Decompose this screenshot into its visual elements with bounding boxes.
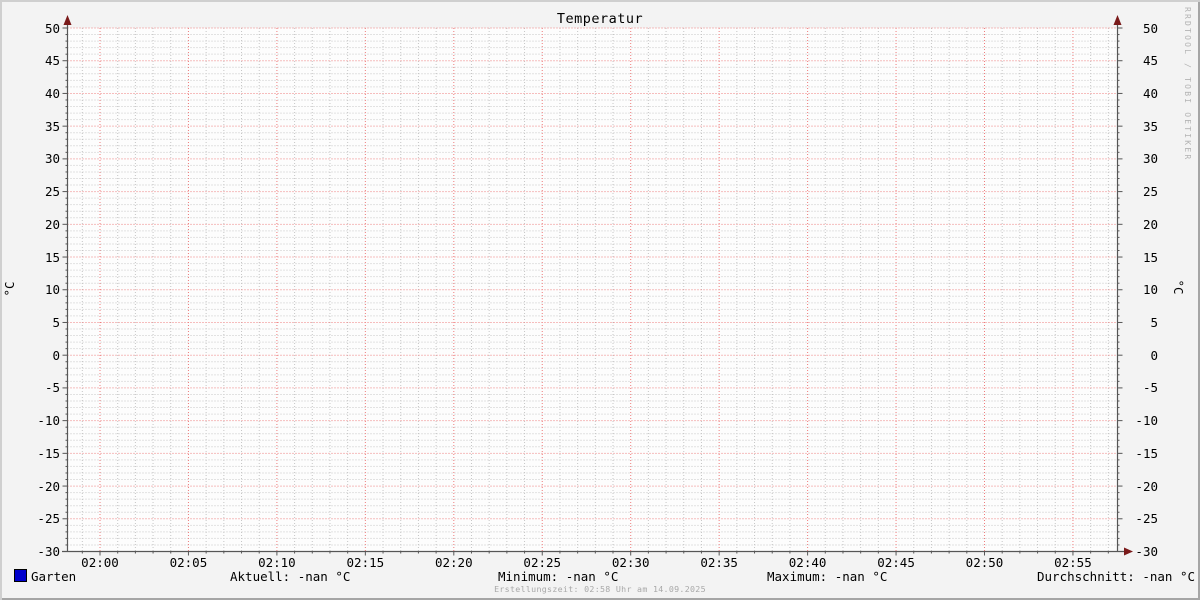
rrdtool-temperature-graph: Temperatur RRDTOOL / TOBI OETIKER °C °C … [0, 0, 1200, 600]
y-tick-label-left: 40 [44, 85, 60, 101]
stat-minimum: Minimum: -nan °C [498, 569, 619, 584]
x-tick-label: 02:45 [877, 555, 915, 570]
y-tick-label-right: 30 [1142, 151, 1158, 167]
y-tick-label-left: 25 [44, 184, 60, 200]
legend-series-label: Garten [31, 569, 77, 584]
x-tick-label: 02:15 [346, 555, 385, 570]
y-axis-right-arrow [1113, 15, 1122, 25]
y-axis-left-arrow [63, 15, 72, 25]
y-tick-label-right: 50 [1142, 20, 1158, 36]
y-tick-label-left: 5 [52, 314, 60, 330]
y-tick-label-right: 0 [1150, 347, 1158, 363]
y-tick-label-right: 25 [1142, 184, 1158, 200]
x-tick-label: 02:35 [700, 555, 738, 570]
x-tick-label: 02:05 [169, 555, 208, 570]
y-tick-label-right: -5 [1142, 380, 1158, 396]
y-tick-label-left: -20 [37, 478, 60, 494]
y-tick-label-right: 15 [1142, 249, 1158, 265]
y-tick-label-left: 30 [44, 151, 60, 167]
y-tick-label-right: -20 [1135, 478, 1158, 494]
y-tick-label-right: 5 [1150, 314, 1158, 330]
x-tick-label: 02:30 [611, 555, 650, 570]
y-tick-label-right: 20 [1142, 216, 1158, 232]
y-tick-label-right: -15 [1135, 445, 1158, 461]
y-tick-label-right: -30 [1135, 544, 1158, 559]
y-tick-label-right: 35 [1142, 118, 1158, 134]
y-tick-label-left: 45 [44, 53, 60, 69]
y-tick-label-left: 20 [44, 216, 60, 232]
stat-maximum: Maximum: -nan °C [767, 569, 888, 584]
x-tick-label: 02:20 [434, 555, 473, 570]
x-tick-label: 02:10 [258, 555, 296, 570]
x-tick-label: 02:55 [1054, 555, 1092, 570]
y-tick-label-right: 10 [1142, 282, 1158, 298]
y-tick-label-right: -25 [1135, 511, 1158, 527]
y-tick-label-left: 15 [44, 249, 60, 265]
y-tick-label-left: 50 [44, 20, 60, 36]
x-tick-label: 02:50 [965, 555, 1004, 570]
y-tick-label-right: 40 [1142, 85, 1158, 101]
stat-aktuell: Aktuell: -nan °C [230, 569, 351, 584]
y-tick-label-left: -30 [37, 544, 60, 559]
y-tick-label-left: -15 [37, 445, 60, 461]
y-tick-label-left: 35 [44, 118, 60, 134]
x-tick-label: 02:00 [81, 555, 119, 570]
y-tick-label-right: -10 [1135, 413, 1158, 429]
creation-time: Erstellungszeit: 02:58 Uhr am 14.09.2025 [494, 584, 706, 594]
y-tick-label-left: -10 [37, 413, 60, 429]
y-tick-label-left: 10 [44, 282, 60, 298]
y-tick-label-left: -5 [44, 380, 60, 396]
x-tick-label: 02:25 [523, 555, 562, 570]
legend-row: Garten Aktuell: -nan °C Minimum: -nan °C… [0, 569, 1200, 584]
stat-durchschnitt: Durchschnitt: -nan °C [1037, 569, 1196, 584]
legend-color-swatch [14, 569, 27, 582]
x-tick-label: 02:40 [788, 555, 827, 570]
y-tick-label-left: 0 [52, 347, 60, 363]
y-tick-label-left: -25 [37, 511, 60, 527]
plot-grid-svg [62, 15, 1133, 556]
y-tick-label-right: 45 [1142, 53, 1158, 69]
